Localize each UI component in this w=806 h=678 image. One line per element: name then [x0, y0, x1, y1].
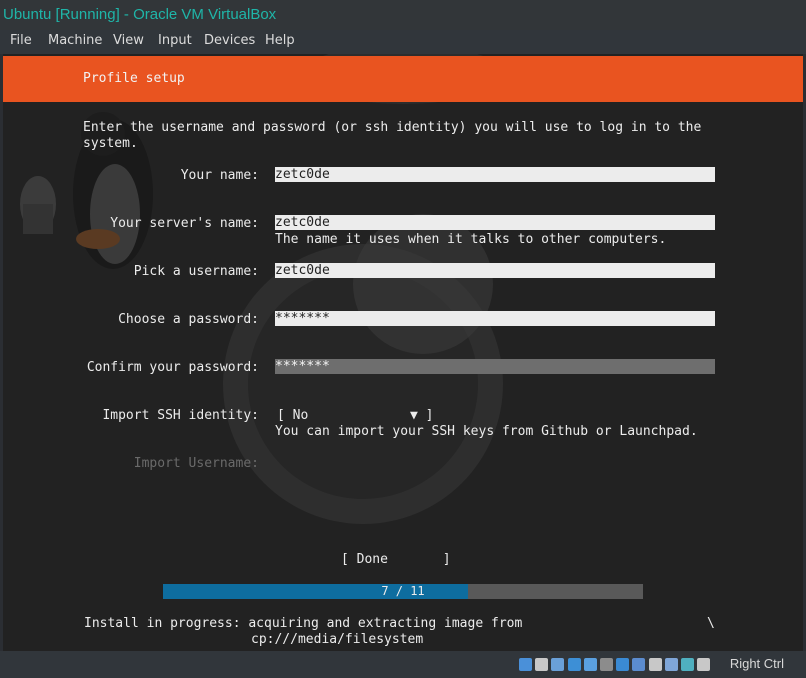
- optical-drive-icon[interactable]: [535, 658, 549, 671]
- recording-icon[interactable]: [648, 658, 662, 671]
- menu-view[interactable]: View: [113, 30, 144, 54]
- cpu-icon[interactable]: [664, 658, 678, 671]
- page-title: Profile setup: [83, 71, 185, 86]
- installer-header: Profile setup: [3, 56, 803, 102]
- spinner: \: [707, 616, 715, 631]
- intro-text-line2: system.: [83, 136, 138, 151]
- import-ssh-selected: [ No: [277, 408, 309, 423]
- menu-file[interactable]: File: [10, 30, 32, 54]
- password-field[interactable]: *******: [275, 311, 715, 326]
- usb-icon[interactable]: [583, 658, 597, 671]
- menu-input[interactable]: Input: [158, 30, 192, 54]
- progress-text: 7 / 11: [381, 584, 425, 598]
- install-progress-bar: 7 / 11: [163, 584, 643, 599]
- menu-bar: File Machine View Input Devices Help: [0, 30, 806, 54]
- vm-display[interactable]: Profile setup Enter the username and pas…: [3, 54, 803, 651]
- keyboard-capture-icon[interactable]: [697, 658, 711, 671]
- audio-icon[interactable]: [551, 658, 565, 671]
- import-ssh-hint: You can import your SSH keys from Github…: [275, 424, 698, 439]
- done-button[interactable]: [ Done ]: [341, 552, 451, 567]
- import-username-label: Import Username:: [133, 456, 259, 471]
- import-ssh-label: Import SSH identity:: [102, 408, 259, 423]
- your-name-label: Your name:: [180, 168, 259, 183]
- display-icon[interactable]: [616, 658, 630, 671]
- window-title-bar: Ubuntu [Running] - Oracle VM VirtualBox: [0, 0, 806, 30]
- menu-devices[interactable]: Devices: [204, 30, 255, 54]
- server-name-hint: The name it uses when it talks to other …: [275, 232, 667, 247]
- video-capture-icon[interactable]: [632, 658, 646, 671]
- confirm-password-field[interactable]: *******: [275, 359, 715, 374]
- server-name-label: Your server's name:: [110, 216, 259, 231]
- password-label: Choose a password:: [118, 312, 259, 327]
- intro-text-line1: Enter the username and password (or ssh …: [83, 120, 702, 135]
- install-status-line1: Install in progress: acquiring and extra…: [84, 616, 523, 631]
- mouse-integration-icon[interactable]: [681, 658, 694, 671]
- window-title: Ubuntu [Running] - Oracle VM VirtualBox: [3, 6, 277, 23]
- username-label: Pick a username:: [133, 264, 259, 279]
- shared-folder-icon[interactable]: [600, 658, 613, 671]
- menu-help[interactable]: Help: [265, 30, 295, 54]
- chevron-down-icon: ▼ ]: [410, 408, 434, 423]
- menu-machine[interactable]: Machine: [48, 30, 102, 54]
- your-name-field[interactable]: zetc0de: [275, 167, 715, 182]
- confirm-password-label: Confirm your password:: [86, 360, 259, 375]
- import-ssh-dropdown[interactable]: [ No ▼ ]: [275, 408, 435, 424]
- host-key-label[interactable]: Right Ctrl: [730, 656, 784, 671]
- hard-disk-icon[interactable]: [519, 658, 532, 671]
- network-icon[interactable]: [567, 658, 581, 671]
- username-field[interactable]: zetc0de: [275, 263, 715, 278]
- server-name-field[interactable]: zetc0de: [275, 215, 715, 230]
- vm-status-bar: Right Ctrl: [0, 651, 806, 678]
- install-status-line2: cp:///media/filesystem: [251, 632, 424, 647]
